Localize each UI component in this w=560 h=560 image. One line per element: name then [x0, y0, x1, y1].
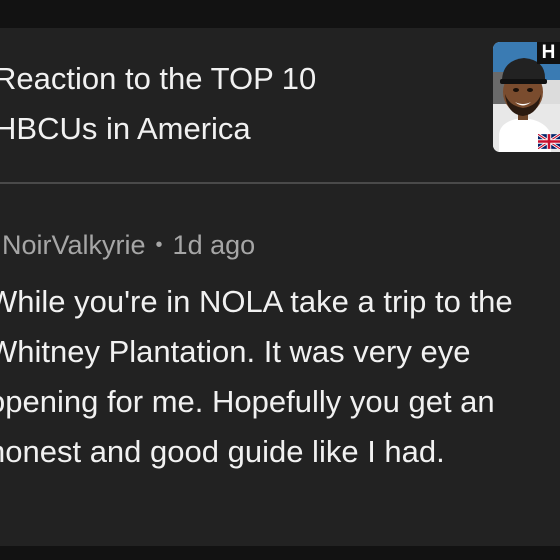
comment-timestamp: 1d ago [172, 230, 256, 260]
uk-flag-icon [538, 134, 560, 149]
divider [0, 182, 560, 184]
comment-meta: NoirValkyrie • 1d ago [2, 225, 255, 265]
video-thumbnail[interactable]: H [493, 42, 560, 152]
meta-separator: • [155, 234, 163, 256]
top-bar [0, 0, 560, 28]
comment-line: While you're in NOLA take a trip to the [0, 284, 513, 319]
comment-author[interactable]: NoirValkyrie [2, 230, 146, 260]
thumbnail-badge: H [537, 42, 560, 64]
comment-text: While you're in NOLA take a trip to the … [0, 277, 560, 477]
bottom-bar [0, 546, 560, 560]
comment-line: honest and good guide like I had. [0, 434, 445, 469]
video-title[interactable]: Reaction to the TOP 10 HBCUs in America [0, 54, 464, 154]
comment-line: opening for me. Hopefully you get an [0, 384, 495, 419]
comment-line: Whitney Plantation. It was very eye [0, 334, 471, 369]
